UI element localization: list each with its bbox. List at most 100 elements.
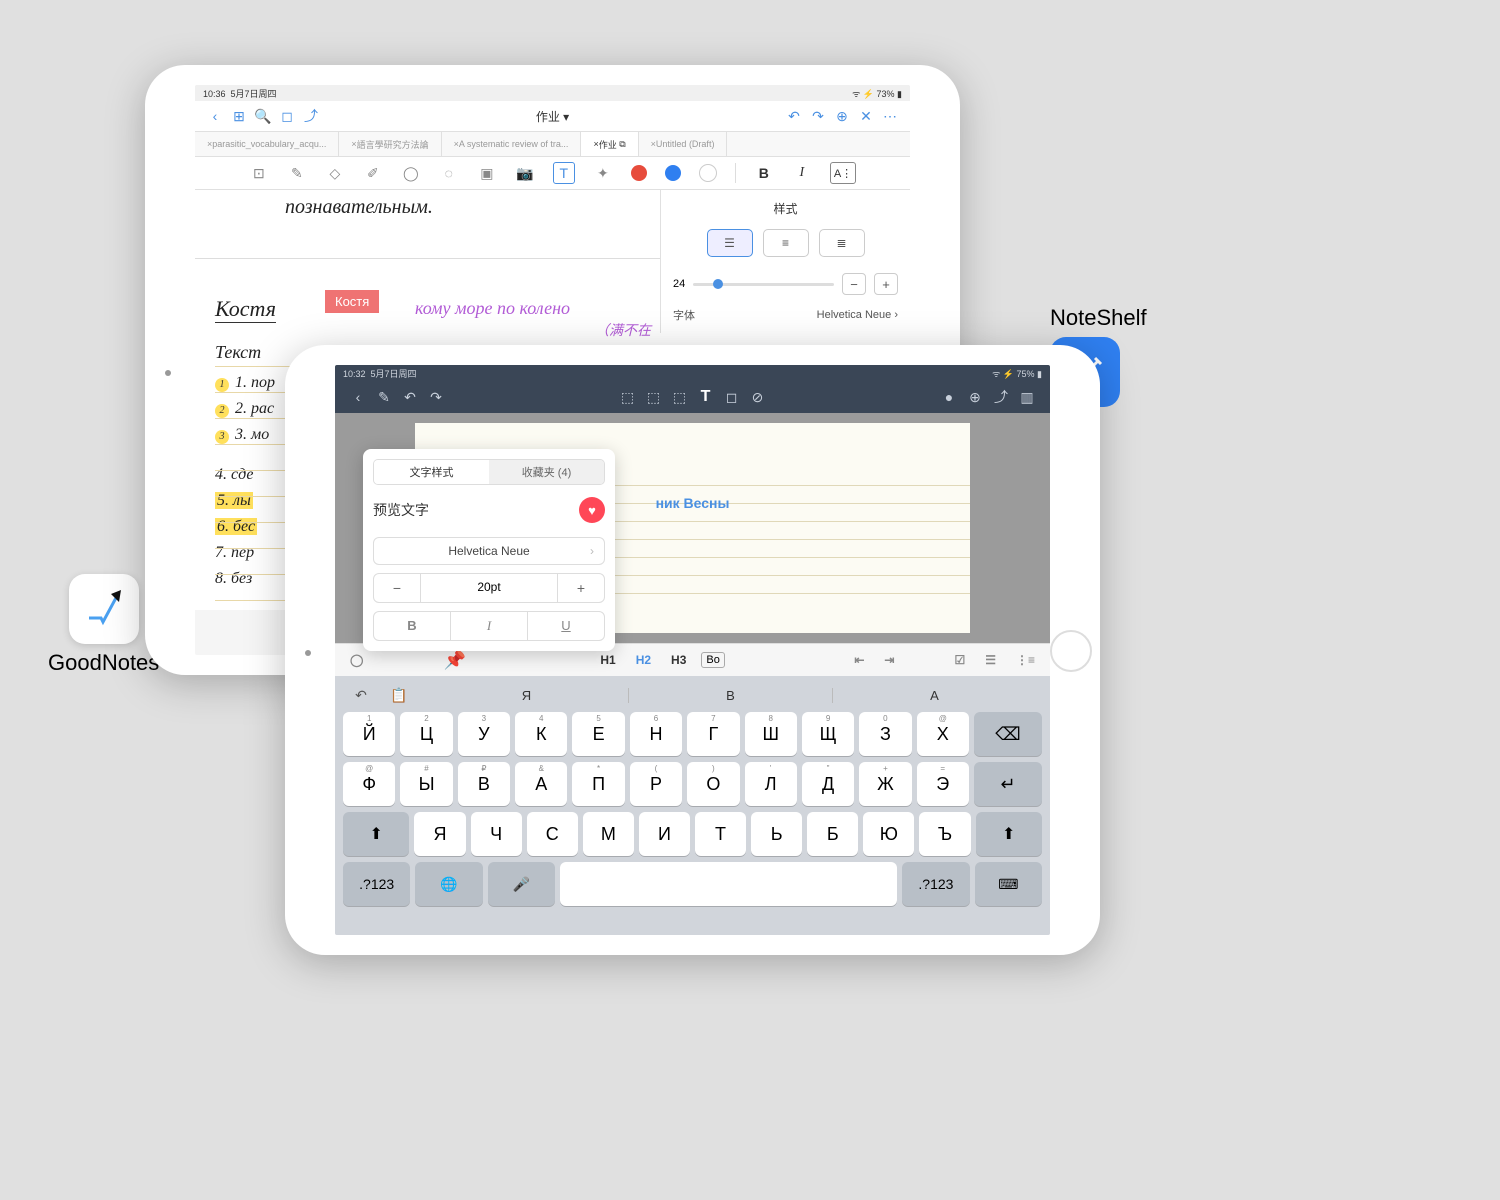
kb-key[interactable]: 5Е	[572, 712, 624, 756]
kb-key[interactable]: Ь	[751, 812, 802, 856]
font-size-slider[interactable]	[693, 283, 834, 286]
share-icon[interactable]: ⤴	[988, 384, 1014, 410]
tab-3[interactable]: × 作业 ⧉	[581, 132, 638, 156]
kb-key[interactable]: Т	[695, 812, 746, 856]
kb-key[interactable]: )О	[687, 762, 739, 806]
share-icon[interactable]: ⤴	[299, 103, 323, 129]
text-tool-icon[interactable]: T	[553, 162, 575, 184]
typed-text-badge[interactable]: Костя	[325, 290, 379, 313]
bold-button[interactable]: B	[374, 612, 451, 640]
italic-button[interactable]: I	[792, 163, 812, 183]
kb-space-key[interactable]	[560, 862, 897, 906]
kb-globe-key[interactable]: 🌐	[415, 862, 482, 906]
tab-0[interactable]: × parasitic_vocabulary_acqu...	[195, 132, 339, 156]
search-icon[interactable]: 🔍	[251, 103, 275, 129]
grid-icon[interactable]: ⊞	[227, 103, 251, 129]
more-icon[interactable]: ⋯	[878, 103, 902, 129]
shape-tool-icon[interactable]: ◻	[719, 384, 745, 410]
kb-key[interactable]: @Ф	[343, 762, 395, 806]
h2-button[interactable]: H2	[631, 651, 656, 669]
kb-hide-key[interactable]: ⌨	[975, 862, 1042, 906]
underline-button[interactable]: U	[528, 612, 604, 640]
kb-key[interactable]: М	[583, 812, 634, 856]
kb-key[interactable]: ₽В	[458, 762, 510, 806]
kb-shift-key[interactable]: ⬆	[976, 812, 1042, 856]
indent-icon[interactable]: ⇥	[879, 651, 899, 669]
pen-settings-icon[interactable]: ✎	[371, 384, 397, 410]
eraser-tool-icon[interactable]: ⬚	[667, 384, 693, 410]
tab-1[interactable]: × 語言學研究方法論	[339, 132, 441, 156]
bold-button[interactable]: B	[754, 163, 774, 183]
kb-key[interactable]: Ч	[471, 812, 522, 856]
eraser-tool-icon[interactable]: ◇	[325, 163, 345, 183]
numberlist-icon[interactable]: ⋮≡	[1011, 651, 1040, 669]
font-row[interactable]: 字体 Helvetica Neue ›	[673, 307, 898, 323]
shape-tool-icon[interactable]: ◯	[401, 163, 421, 183]
kb-key[interactable]: @Х	[917, 712, 969, 756]
kb-key[interactable]: "Д	[802, 762, 854, 806]
kb-key[interactable]: &А	[515, 762, 567, 806]
kb-key[interactable]: #Ы	[400, 762, 452, 806]
italic-button[interactable]: I	[451, 612, 528, 640]
bookmark-icon[interactable]: ◻	[275, 103, 299, 129]
undo-icon[interactable]: ↶	[782, 103, 806, 129]
kb-key[interactable]: (Р	[630, 762, 682, 806]
tab-4[interactable]: × Untitled (Draft)	[639, 132, 728, 156]
align-center-button[interactable]: ≡	[763, 229, 809, 257]
kb-key[interactable]: +Ж	[859, 762, 911, 806]
kb-sug-3[interactable]: А	[833, 688, 1036, 703]
pen-tool-icon[interactable]: ✎	[287, 163, 307, 183]
zoom-tool-icon[interactable]: ⊡	[249, 163, 269, 183]
size-minus[interactable]: −	[374, 574, 420, 602]
image-tool-icon[interactable]: ▣	[477, 163, 497, 183]
home-button[interactable]	[1050, 630, 1092, 672]
fb-bullet-icon[interactable]: ◯	[345, 651, 368, 669]
kb-key[interactable]: 9Щ	[802, 712, 854, 756]
color-white[interactable]	[699, 164, 717, 182]
font-size-plus[interactable]: +	[874, 273, 898, 295]
kb-key[interactable]: Я	[414, 812, 465, 856]
kb-mic-key[interactable]: 🎤	[488, 862, 555, 906]
font-picker[interactable]: Helvetica Neue›	[373, 537, 605, 565]
lasso-tool-icon[interactable]: ◌	[439, 163, 459, 183]
font-size-minus[interactable]: −	[842, 273, 866, 295]
kb-sug-1[interactable]: Я	[425, 688, 629, 703]
doc-title[interactable]: 作业 ▾	[323, 108, 782, 125]
tab-2[interactable]: × A systematic review of tra...	[442, 132, 582, 156]
checklist-icon[interactable]: ☑	[949, 651, 970, 669]
text-tool-icon[interactable]: T	[693, 384, 719, 410]
record-icon[interactable]: ●	[936, 384, 962, 410]
add-icon[interactable]: ⊕	[962, 384, 988, 410]
align-justify-button[interactable]: ☰	[707, 229, 753, 257]
back-icon[interactable]: ‹	[345, 384, 371, 410]
kb-key[interactable]: *П	[572, 762, 624, 806]
pen-tool-icon[interactable]: ⬚	[615, 384, 641, 410]
align-right-button[interactable]: ≣	[819, 229, 865, 257]
kb-key[interactable]: Ю	[863, 812, 914, 856]
highlighter-tool-icon[interactable]: ⬚	[641, 384, 667, 410]
kb-backspace-key[interactable]: ⌫	[974, 712, 1042, 756]
kb-num-key-2[interactable]: .?123	[902, 862, 969, 906]
kb-key[interactable]: С	[527, 812, 578, 856]
kb-key[interactable]: 8Ш	[745, 712, 797, 756]
fb-pin-icon[interactable]: 📌	[438, 648, 470, 673]
kb-key[interactable]: 2Ц	[400, 712, 452, 756]
tab-text-style[interactable]: 文字样式	[374, 460, 489, 484]
kb-paste-icon[interactable]: 📋	[387, 687, 411, 704]
redo-icon[interactable]: ↷	[806, 103, 830, 129]
bulletlist-icon[interactable]: ☰	[980, 651, 1001, 669]
kb-undo-icon[interactable]: ↶	[349, 687, 373, 704]
highlighter-tool-icon[interactable]: ✐	[363, 163, 383, 183]
kb-key[interactable]: Ъ	[919, 812, 970, 856]
kb-return-key[interactable]: ↵	[974, 762, 1042, 806]
kb-key[interactable]: 7Г	[687, 712, 739, 756]
tab-favorites[interactable]: 收藏夹 (4)	[489, 460, 604, 484]
h3-button[interactable]: H3	[666, 651, 691, 669]
kb-key[interactable]: 'Л	[745, 762, 797, 806]
kb-key[interactable]: 1Й	[343, 712, 395, 756]
kb-key[interactable]: 6Н	[630, 712, 682, 756]
favorite-button[interactable]: ♥	[579, 497, 605, 523]
undo-icon[interactable]: ↶	[397, 384, 423, 410]
canvas-area[interactable]: ник Весны 文字样式 收藏夹 (4) 预览文字 ♥ Helvetica …	[335, 413, 1050, 643]
outdent-icon[interactable]: ⇤	[849, 651, 869, 669]
